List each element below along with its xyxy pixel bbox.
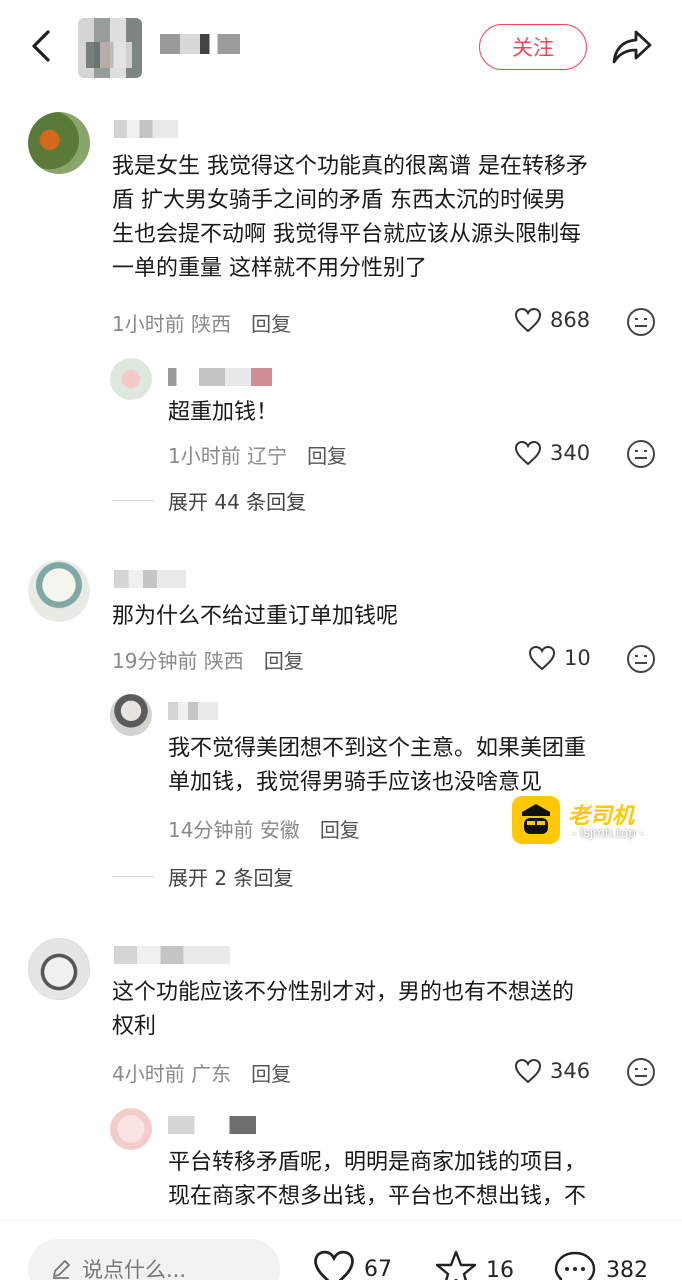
reply-button[interactable]: 回复 <box>264 645 304 674</box>
heart-icon <box>514 1058 542 1084</box>
username[interactable] <box>114 120 178 138</box>
reply-location: 安徽 <box>259 818 300 842</box>
bottom-action-bar: 说点什么... 67 16 382 <box>0 1220 682 1280</box>
reply-location: 辽宁 <box>247 444 288 468</box>
like-count: 868 <box>550 308 591 332</box>
comment-time: 4小时前 <box>112 1062 185 1086</box>
reply-button[interactable]: 回复 <box>307 440 347 469</box>
watermark-url: - lsjmh.top - <box>572 826 644 840</box>
comment-text: 那为什么不给过重订单加钱呢 <box>112 604 399 629</box>
watermark-logo-icon <box>512 796 560 844</box>
emoji-icon[interactable] <box>626 1057 656 1087</box>
favorite-action[interactable]: 16 <box>434 1249 514 1280</box>
comment-input[interactable]: 说点什么... <box>28 1239 280 1280</box>
like-count: 340 <box>550 441 591 465</box>
pencil-icon <box>53 1260 70 1279</box>
heart-icon <box>314 1250 354 1280</box>
comment-location: 广东 <box>191 1062 232 1086</box>
reply-button[interactable]: 回复 <box>251 1058 291 1087</box>
reply-text: 我不觉得美团想不到这个主意。如果美团重 单加钱，我觉得男骑手应该也没啥意见 <box>168 736 587 795</box>
comment-time: 1小时前 <box>112 312 185 336</box>
input-placeholder: 说点什么... <box>82 1258 187 1280</box>
divider <box>112 875 154 878</box>
comment-meta: 19分钟前 陕西 回复 <box>112 645 304 674</box>
emoji-icon[interactable] <box>626 439 656 469</box>
heart-icon <box>514 307 542 333</box>
comment-meta: 1小时前 陕西 回复 <box>112 308 291 337</box>
comment-action[interactable]: 382 <box>552 1249 648 1280</box>
reply-username[interactable] <box>168 1116 256 1134</box>
heart-icon <box>514 440 542 466</box>
expand-replies-button[interactable]: 展开 2 条回复 <box>112 862 293 891</box>
top-bar: 关注 <box>0 0 682 96</box>
like-total: 67 <box>364 1256 392 1280</box>
avatar[interactable] <box>28 938 90 1000</box>
username[interactable] <box>114 946 230 964</box>
like-action[interactable]: 67 <box>312 1249 392 1280</box>
heart-icon <box>528 645 556 671</box>
like-count: 10 <box>564 646 591 670</box>
reply-text: 平台转移矛盾呢，明明是商家加钱的项目， 现在商家不想多出钱，平台也不想出钱，不 <box>168 1150 587 1209</box>
reply-text: 超重加钱！ <box>168 400 279 425</box>
expand-replies-button[interactable]: 展开 44 条回复 <box>112 486 306 515</box>
reply-time: 14分钟前 <box>168 818 254 842</box>
watermark: 老司机 - lsjmh.top - <box>512 796 682 848</box>
comment-icon <box>554 1251 596 1280</box>
reply-meta: 14分钟前 安徽 回复 <box>168 814 360 843</box>
reply-meta: 1小时前 辽宁 回复 <box>168 440 347 469</box>
like-count: 346 <box>550 1059 591 1083</box>
comment-total: 382 <box>606 1257 648 1280</box>
reply-avatar[interactable] <box>110 1108 152 1150</box>
reply-button[interactable]: 回复 <box>320 814 360 843</box>
reply-avatar[interactable] <box>110 358 152 400</box>
like-button[interactable]: 340 <box>514 440 590 466</box>
reply-avatar[interactable] <box>110 694 152 736</box>
like-button[interactable]: 10 <box>528 645 591 671</box>
comment-location: 陕西 <box>191 312 232 336</box>
reply-username[interactable] <box>168 368 272 386</box>
follow-button[interactable]: 关注 <box>479 24 587 70</box>
star-icon <box>435 1250 477 1280</box>
reply-username[interactable] <box>168 702 218 720</box>
expand-label: 展开 44 条回复 <box>168 490 307 514</box>
like-button[interactable]: 346 <box>514 1058 590 1084</box>
avatar[interactable] <box>28 560 90 622</box>
avatar[interactable] <box>28 112 90 174</box>
comment-text: 这个功能应该不分性别才对，男的也有不想送的 权利 <box>112 980 575 1039</box>
reply-time: 1小时前 <box>168 444 241 468</box>
emoji-icon[interactable] <box>626 307 656 337</box>
reply-button[interactable]: 回复 <box>251 308 291 337</box>
author-avatar[interactable] <box>78 18 142 78</box>
expand-label: 展开 2 条回复 <box>168 866 294 890</box>
username[interactable] <box>114 570 186 588</box>
divider <box>112 499 154 502</box>
comment-text: 我是女生 我觉得这个功能真的很离谱 是在转移矛 盾 扩大男女骑手之间的矛盾 东西… <box>112 154 588 281</box>
comment-meta: 4小时前 广东 回复 <box>112 1058 291 1087</box>
favorite-total: 16 <box>486 1257 514 1280</box>
author-name[interactable] <box>160 34 240 54</box>
comment-time: 19分钟前 <box>112 649 198 673</box>
share-icon[interactable] <box>610 26 654 68</box>
like-button[interactable]: 868 <box>514 307 590 333</box>
emoji-icon[interactable] <box>626 644 656 674</box>
back-icon[interactable] <box>22 26 62 66</box>
comment-location: 陕西 <box>203 649 244 673</box>
